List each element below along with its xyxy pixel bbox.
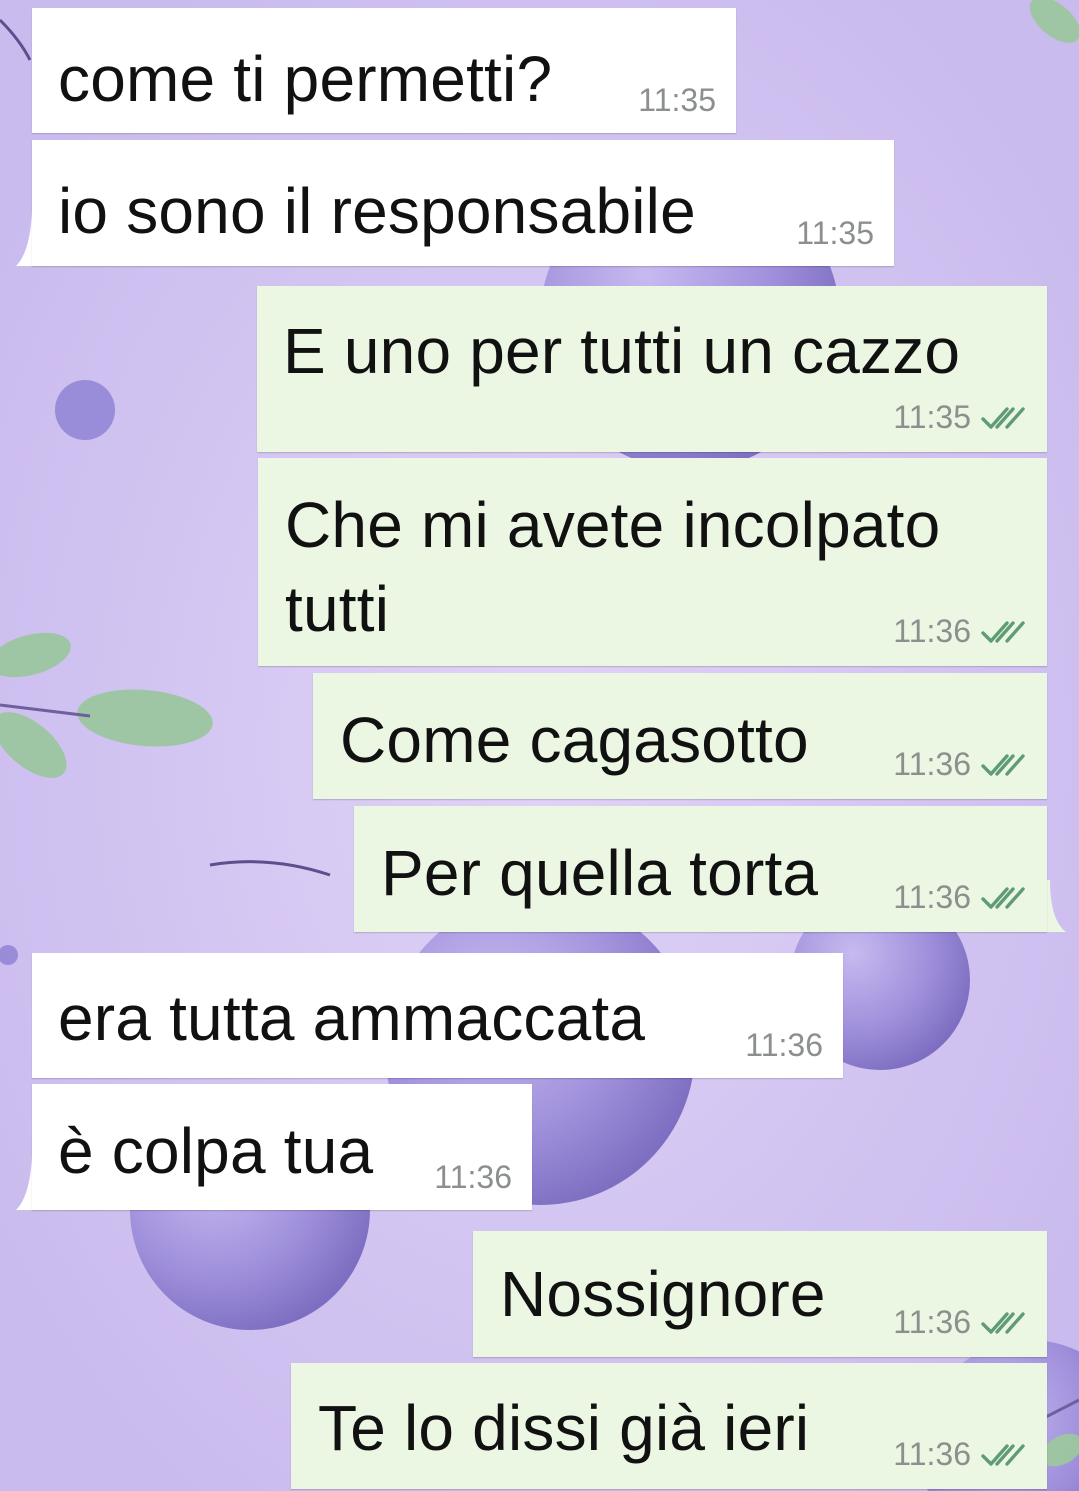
message-timestamp: 11:35 — [893, 399, 1027, 436]
message-text-line-1: Che mi avete incolpato — [285, 489, 941, 561]
message-time: 11:35 — [893, 399, 971, 435]
message-bubble-incoming[interactable]: è colpa tua 11:36 — [32, 1084, 532, 1210]
message-text: era tutta ammaccata — [58, 982, 646, 1054]
message-bubble-outgoing[interactable]: Che mi avete incolpato tutti 11:36 — [258, 458, 1047, 666]
message-text: Per quella torta — [381, 837, 819, 909]
outgoing-bubble-tail — [1046, 880, 1066, 932]
double-check-icon — [981, 620, 1025, 643]
double-check-icon — [981, 406, 1025, 429]
message-time: 11:36 — [893, 613, 971, 649]
message-timestamp: 11:36 — [893, 613, 1027, 650]
message-timestamp: 11:36 — [893, 746, 1027, 783]
message-text: Te lo dissi già ieri — [318, 1392, 810, 1464]
message-time: 11:36 — [893, 1304, 971, 1340]
message-time: 11:36 — [893, 879, 971, 915]
message-timestamp: 11:36 — [893, 1436, 1027, 1473]
message-text: Nossignore — [500, 1258, 826, 1330]
message-timestamp: 11:36 — [434, 1159, 512, 1196]
message-bubble-incoming[interactable]: era tutta ammaccata 11:36 — [32, 953, 843, 1078]
message-time: 11:36 — [893, 1436, 971, 1472]
message-timestamp: 11:35 — [796, 215, 874, 252]
message-time: 11:36 — [745, 1027, 823, 1063]
double-check-icon — [981, 753, 1025, 776]
message-time: 11:35 — [638, 82, 716, 118]
message-bubble-outgoing[interactable]: E uno per tutti un cazzo 11:35 — [257, 286, 1047, 452]
message-bubble-incoming[interactable]: io sono il responsabile 11:35 — [32, 140, 894, 266]
message-text: Come cagasotto — [340, 704, 809, 776]
message-bubble-outgoing[interactable]: Te lo dissi già ieri 11:36 — [291, 1363, 1047, 1489]
message-timestamp: 11:36 — [893, 879, 1027, 916]
message-time: 11:36 — [893, 746, 971, 782]
message-text: è colpa tua — [58, 1115, 374, 1187]
double-check-icon — [981, 886, 1025, 909]
message-text: E uno per tutti un cazzo — [283, 315, 961, 387]
message-text-line-2: tutti — [285, 573, 390, 645]
message-timestamp: 11:36 — [745, 1027, 823, 1064]
double-check-icon — [981, 1311, 1025, 1334]
double-check-icon — [981, 1443, 1025, 1466]
message-time: 11:35 — [796, 215, 874, 251]
message-bubble-incoming[interactable]: come ti permetti? 11:35 — [32, 8, 736, 133]
message-bubble-outgoing[interactable]: Nossignore 11:36 — [473, 1231, 1047, 1357]
message-text: io sono il responsabile — [58, 175, 696, 247]
message-text: come ti permetti? — [58, 43, 553, 115]
message-bubble-outgoing[interactable]: Come cagasotto 11:36 — [313, 673, 1047, 799]
message-bubble-outgoing[interactable]: Per quella torta 11:36 — [354, 806, 1047, 932]
message-timestamp: 11:35 — [638, 82, 716, 119]
message-timestamp: 11:36 — [893, 1304, 1027, 1341]
message-time: 11:36 — [434, 1159, 512, 1195]
